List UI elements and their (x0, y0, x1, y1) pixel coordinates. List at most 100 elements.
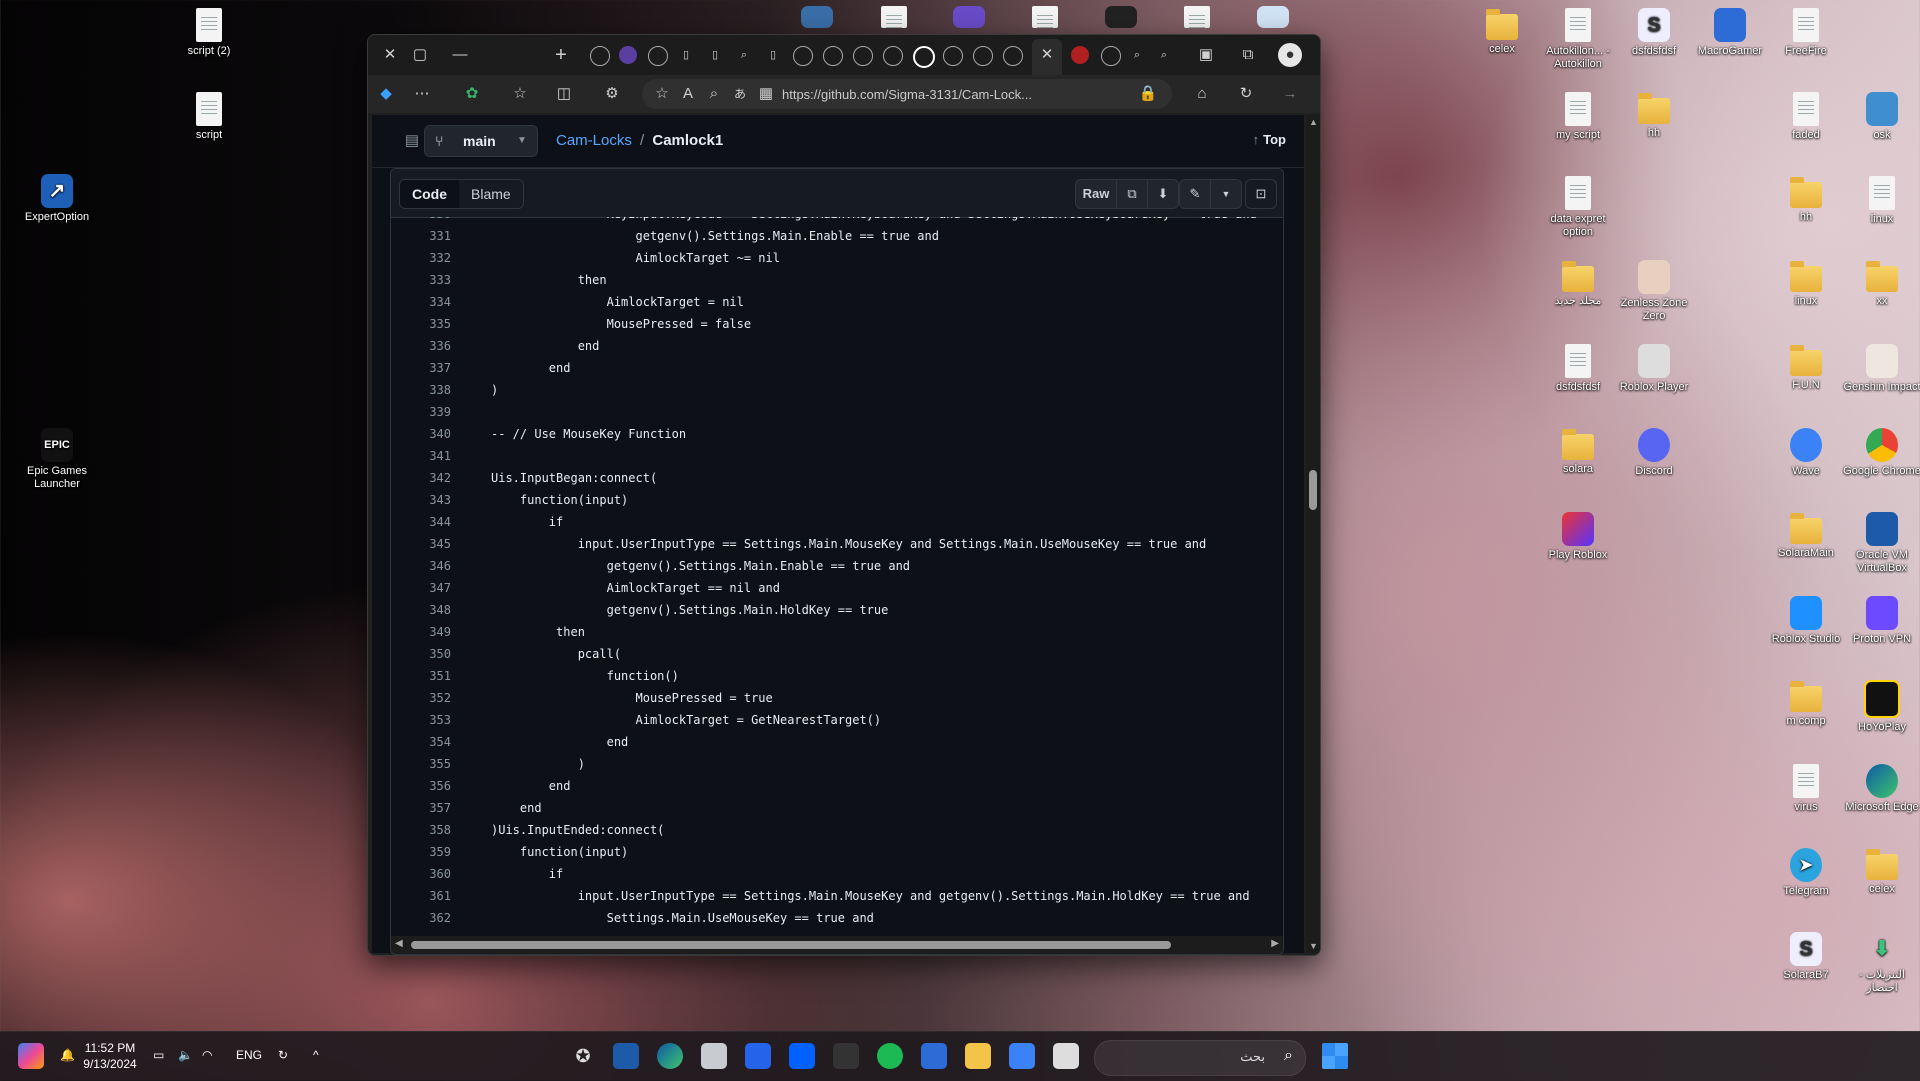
notification-bell-icon[interactable]: 🔔 (60, 1048, 75, 1062)
desktop-icon-script[interactable]: script (170, 92, 248, 142)
line-number[interactable]: 341 (397, 445, 451, 467)
desktop-icon-zenless[interactable]: Zenless Zone Zero (1615, 260, 1693, 323)
line-number[interactable]: 340 (397, 423, 451, 445)
line-number[interactable]: 360 (397, 863, 451, 885)
page-tab-icon[interactable]: ▯ (706, 46, 724, 64)
tab-icon[interactable] (1071, 46, 1089, 64)
windows-start-icon[interactable] (1322, 1043, 1348, 1069)
desktop-icon-celex-2[interactable]: celex (1843, 848, 1920, 896)
chevron-down-icon[interactable]: ▼ (1211, 180, 1241, 208)
app-taskbar-icon[interactable] (921, 1043, 947, 1069)
desktop-icon-partial[interactable] (930, 6, 1008, 31)
desktop-icon-data-expret[interactable]: data expret option (1539, 176, 1617, 239)
task-view-taskbar-icon[interactable] (1053, 1043, 1079, 1069)
refresh-icon[interactable]: ↻ (1234, 82, 1258, 106)
desktop-icon-hh[interactable]: hh (1615, 92, 1693, 140)
desktop-icon-solara[interactable]: solara (1539, 428, 1617, 476)
line-number[interactable]: 338 (397, 379, 451, 401)
read-aloud-icon[interactable]: A (676, 82, 700, 106)
scroll-right-icon[interactable]: ▶ (1271, 938, 1279, 949)
vertical-scrollbar[interactable]: ▲ ▼ (1306, 115, 1320, 953)
desktop-icon-telegram[interactable]: ➤ Telegram (1767, 848, 1845, 898)
desktop-icon-chrome[interactable]: Google Chrome (1843, 428, 1920, 478)
desktop-icon-dsfdsfdsf-2[interactable]: dsfdsfdsf (1539, 344, 1617, 394)
desktop-icon-hoyoplay[interactable]: HoYoPlay (1843, 680, 1920, 734)
line-number[interactable]: 355 (397, 753, 451, 775)
desktop-icon-discord[interactable]: Discord (1615, 428, 1693, 478)
desktop-icon-partial[interactable] (1234, 6, 1312, 31)
wifi-icon[interactable]: ◠ (202, 1048, 212, 1062)
scroll-left-icon[interactable]: ◀ (395, 938, 403, 949)
restore-window-icon[interactable]: ▢ (408, 43, 432, 67)
desktop-icon-wave[interactable]: Wave (1767, 428, 1845, 478)
repo-link[interactable]: Cam-Locks (556, 132, 632, 149)
more-options-icon[interactable]: ⋯ (410, 82, 434, 106)
desktop-icon-proton-vpn[interactable]: Proton VPN (1843, 596, 1920, 646)
desktop-icon-virus[interactable]: virus (1767, 764, 1845, 814)
line-number[interactable]: 335 (397, 313, 451, 335)
profile-avatar[interactable]: ● (1278, 43, 1302, 67)
line-number[interactable]: 352 (397, 687, 451, 709)
edit-pencil-icon[interactable]: ✎ (1180, 180, 1211, 208)
line-number[interactable]: 359 (397, 841, 451, 863)
line-number[interactable]: 333 (397, 269, 451, 291)
new-tab-icon[interactable]: + (549, 43, 573, 67)
store-taskbar-icon[interactable] (745, 1043, 771, 1069)
split-screen-icon[interactable]: ◫ (552, 82, 576, 106)
desktop-icon-faded[interactable]: faded (1767, 92, 1845, 142)
desktop-icon-new-folder[interactable]: مجلد جديد (1539, 260, 1617, 308)
spotify-taskbar-icon[interactable] (877, 1043, 903, 1069)
desktop-icon-dsfdsfdsf[interactable]: Sdsfdsfdsf (1615, 8, 1693, 58)
desktop-icon-hh-2[interactable]: hh (1767, 176, 1845, 224)
desktop-icon-expertoption[interactable]: ↗ ExpertOption (18, 174, 96, 224)
line-number[interactable]: 331 (397, 225, 451, 247)
line-number[interactable]: 351 (397, 665, 451, 687)
desktop-icon-play-roblox[interactable]: Play Roblox (1539, 512, 1617, 562)
code-lines[interactable]: 330 KeyInput.KeyCode == Settings.Main.Ke… (391, 217, 1283, 936)
desktop-icon-linux-2[interactable]: linux (1767, 260, 1845, 308)
desktop-icon-solarab7[interactable]: S SolaraB7 (1767, 932, 1845, 982)
desktop-icon-genshin[interactable]: Genshin Impact (1843, 344, 1920, 394)
sync-icon[interactable]: ↻ (278, 1048, 288, 1062)
desktop-icon-autokillon[interactable]: Autokillon... - Autokillon (1539, 8, 1617, 71)
desktop-icon-solaramain[interactable]: SolaraMain (1767, 512, 1845, 560)
desktop-icon-partial[interactable] (855, 6, 933, 31)
home-icon[interactable]: ⌂ (1190, 82, 1214, 106)
desktop-icon-roblox-player[interactable]: Roblox Player (1615, 344, 1693, 394)
tab-blame[interactable]: Blame (459, 180, 523, 208)
scrollbar-thumb[interactable] (411, 941, 1171, 949)
line-number[interactable]: 332 (397, 247, 451, 269)
download-icon[interactable]: ⬇ (1148, 180, 1178, 208)
github-tab-icon[interactable] (648, 46, 668, 66)
favorites-icon[interactable]: ☆ (508, 82, 532, 106)
workspaces-icon[interactable]: ⧉ (1236, 43, 1260, 67)
desktop-icon-my-script[interactable]: my script (1539, 92, 1617, 142)
line-number[interactable]: 353 (397, 709, 451, 731)
tab-actions-icon[interactable]: ▣ (1194, 43, 1218, 67)
battery-icon[interactable]: ▭ (153, 1048, 164, 1062)
line-number[interactable]: 343 (397, 489, 451, 511)
desktop-icon-xx[interactable]: xx (1843, 260, 1920, 308)
forward-icon[interactable]: → (1278, 82, 1302, 106)
line-number[interactable]: 349 (397, 621, 451, 643)
line-number[interactable]: 344 (397, 511, 451, 533)
line-number[interactable]: 330 (397, 217, 451, 225)
line-number[interactable]: 361 (397, 885, 451, 907)
symbols-icon[interactable]: ⊡ (1246, 180, 1276, 208)
line-number[interactable]: 336 (397, 335, 451, 357)
taskbar-search[interactable]: بحث ⌕ (1094, 1040, 1306, 1076)
horizontal-scrollbar[interactable]: ◀ ▶ (391, 936, 1283, 954)
extensions-icon[interactable]: ⚙ (600, 82, 624, 106)
virtualbox-taskbar-icon[interactable] (613, 1043, 639, 1069)
desktop-icon-virtualbox[interactable]: Oracle VM VirtualBox (1843, 512, 1920, 575)
file-explorer-taskbar-icon[interactable] (965, 1043, 991, 1069)
favorite-star-icon[interactable]: ☆ (650, 82, 674, 106)
desktop-icon-partial[interactable] (778, 6, 856, 31)
copilot-icon[interactable]: ◆ (374, 82, 398, 106)
show-hidden-icons[interactable]: ^ (313, 1048, 319, 1062)
active-tab[interactable]: ✕ (1032, 39, 1062, 75)
line-number[interactable]: 347 (397, 577, 451, 599)
line-number[interactable]: 350 (397, 643, 451, 665)
dropbox-taskbar-icon[interactable] (789, 1043, 815, 1069)
github-tab-icon[interactable] (1003, 46, 1023, 66)
